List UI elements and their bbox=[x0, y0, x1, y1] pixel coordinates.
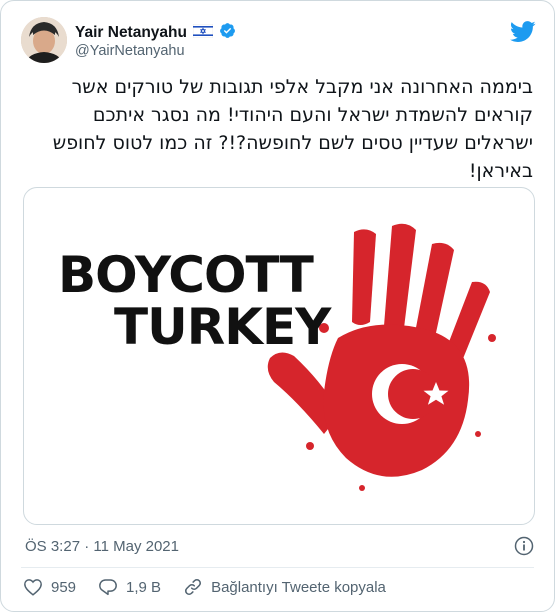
twitter-bird-icon[interactable] bbox=[509, 21, 536, 48]
red-hand-icon bbox=[267, 223, 496, 491]
like-count: 959 bbox=[51, 578, 77, 596]
info-icon[interactable] bbox=[514, 536, 534, 561]
verified-badge-icon bbox=[219, 22, 236, 44]
copy-link-label: Bağlantıyı Tweete kopyala bbox=[211, 578, 386, 596]
tweet-text: ביממה האחרונה אני מקבל אלפי תגובות של טו… bbox=[52, 76, 533, 182]
reply-button[interactable]: 1,9 B bbox=[98, 578, 161, 596]
like-button[interactable]: 959 bbox=[23, 578, 76, 596]
copy-link-button[interactable]: Bağlantıyı Tweete kopyala bbox=[183, 577, 386, 597]
tweet-image[interactable]: BOYCOTT TURKEY bbox=[23, 187, 535, 525]
tweet-card: Yair Netanyahu @YairNetanyahu ביממה האחר… bbox=[0, 0, 555, 612]
divider bbox=[21, 567, 534, 568]
author-name[interactable]: Yair Netanyahu bbox=[75, 24, 187, 42]
israel-flag-icon bbox=[192, 23, 214, 43]
author-handle[interactable]: @YairNetanyahu bbox=[75, 43, 185, 59]
link-icon bbox=[183, 577, 203, 597]
turkey-text: TURKEY bbox=[114, 298, 331, 356]
reply-count: 1,9 B bbox=[126, 578, 162, 596]
heart-icon bbox=[23, 578, 43, 596]
avatar[interactable] bbox=[21, 17, 67, 63]
tweet-timestamp[interactable]: ÖS 3:27 · 11 May 2021 bbox=[25, 538, 179, 555]
boycott-text: BOYCOTT bbox=[58, 246, 314, 304]
reply-icon bbox=[98, 578, 118, 596]
